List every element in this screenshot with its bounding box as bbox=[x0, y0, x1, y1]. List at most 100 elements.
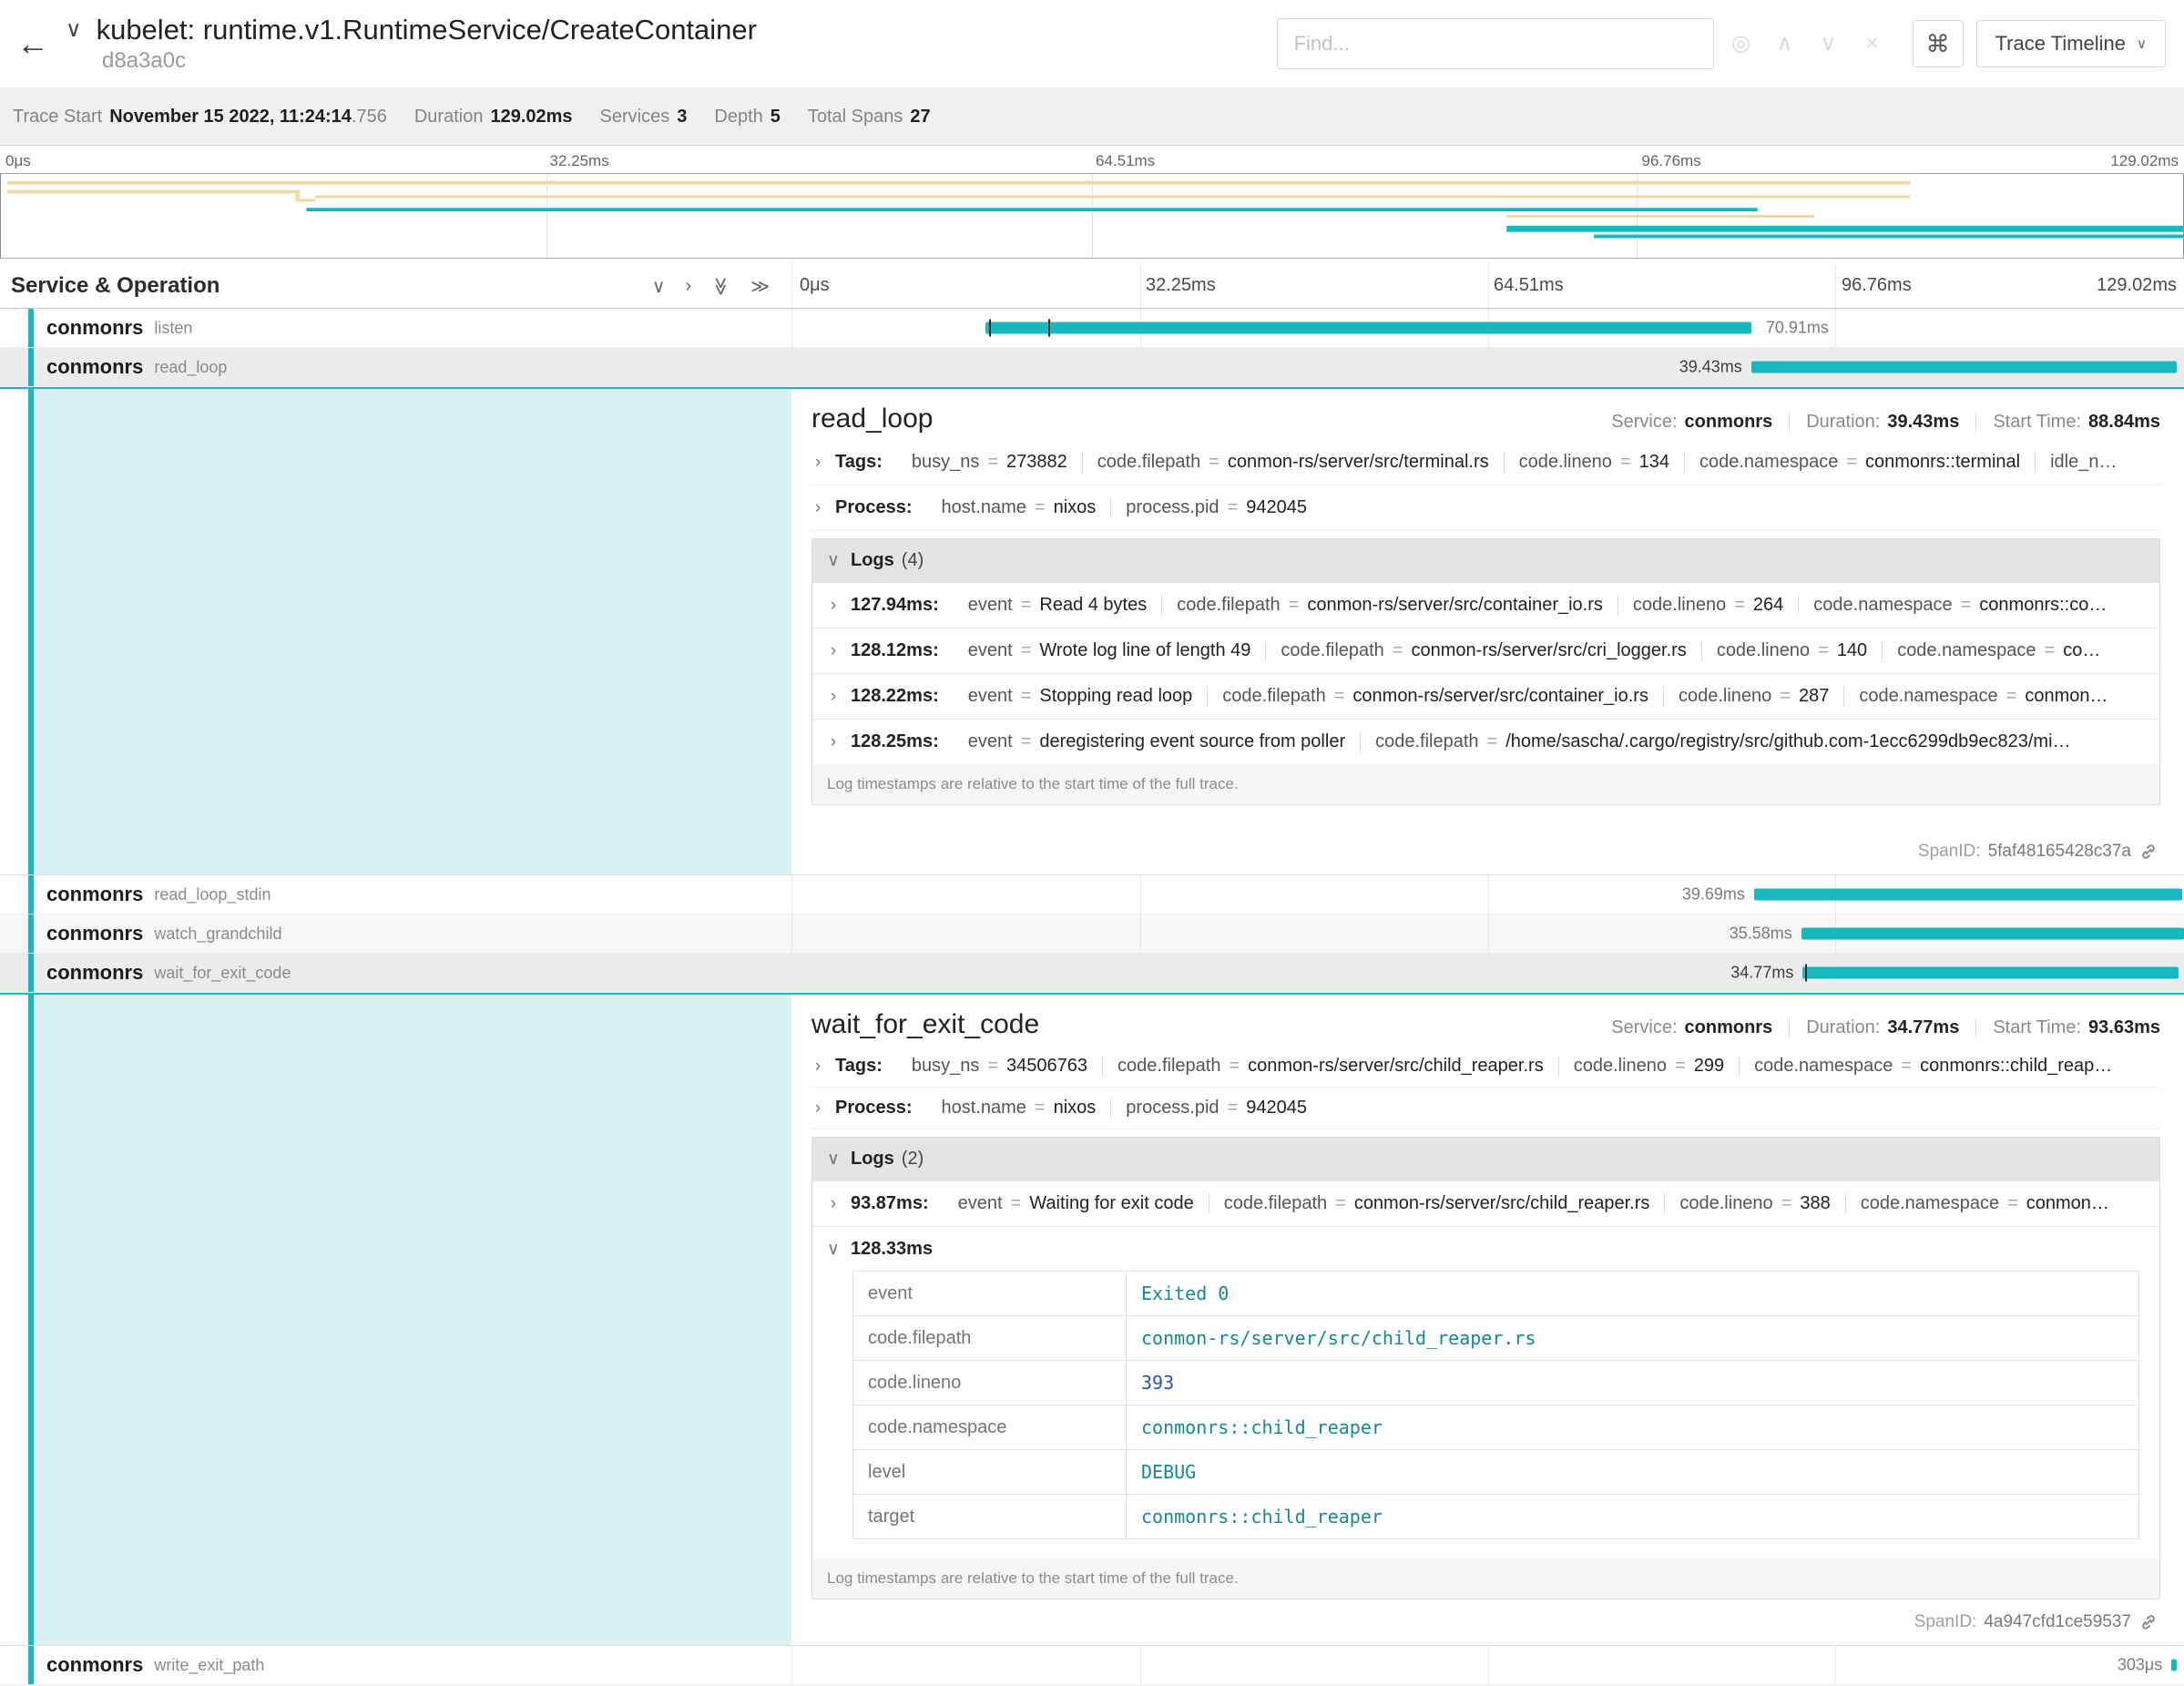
minimap-ruler: 0μs 32.25ms 64.51ms 96.76ms 129.02ms bbox=[0, 146, 2184, 173]
service-name: conmonrs bbox=[46, 316, 143, 340]
timeline-header-row: Service & Operation ∨ › ≫ ≫ 0μs 32.25ms … bbox=[0, 264, 2184, 309]
timeline-ruler: 0μs 32.25ms 64.51ms 96.76ms 129.02ms bbox=[791, 264, 2184, 308]
search-input[interactable] bbox=[1277, 18, 1714, 69]
detail-indent-area bbox=[0, 389, 791, 874]
log-row-expanded[interactable]: ∨ 128.33ms eventExited 0 code.filepathco… bbox=[812, 1226, 2159, 1558]
service-name: conmonrs bbox=[46, 1653, 143, 1677]
trace-minimap[interactable] bbox=[0, 173, 2184, 259]
span-duration-label: 39.69ms bbox=[1682, 885, 1745, 904]
log-row[interactable]: › 128.22ms: event=Stopping read loop cod… bbox=[812, 673, 2159, 719]
logs-toggle[interactable]: ∨ Logs (4) bbox=[812, 539, 2159, 582]
expand-all-button[interactable]: ≫ bbox=[750, 275, 770, 298]
span-bar[interactable] bbox=[1802, 967, 2179, 979]
logs-footnote: Log timestamps are relative to the start… bbox=[812, 764, 2159, 804]
keyboard-shortcuts-button[interactable]: ⌘ bbox=[1913, 20, 1964, 67]
log-row[interactable]: › 93.87ms: event=Waiting for exit code c… bbox=[812, 1180, 2159, 1226]
chevron-right-icon: › bbox=[685, 276, 691, 296]
log-row[interactable]: › 127.94ms: event=Read 4 bytes code.file… bbox=[812, 582, 2159, 628]
span-row-wait-for-exit-code[interactable]: conmonrs wait_for_exit_code 34.77ms bbox=[0, 954, 2184, 993]
trace-id: d8a3a0c bbox=[102, 48, 757, 74]
double-chevron-down-icon: ≫ bbox=[709, 277, 732, 296]
span-detail-wait-for-exit-code: wait_for_exit_code Service:conmonrs Dura… bbox=[0, 993, 2184, 1646]
chevron-right-icon[interactable]: › bbox=[827, 732, 840, 752]
command-icon: ⌘ bbox=[1926, 30, 1950, 57]
logs-toggle[interactable]: ∨ Logs (2) bbox=[812, 1138, 2159, 1180]
tags-row[interactable]: › Tags: busy_ns=34506763 code.filepath=c… bbox=[811, 1046, 2160, 1088]
log-marker bbox=[1048, 320, 1050, 337]
collapse-one-button[interactable]: ∨ bbox=[652, 275, 666, 298]
chevron-down-icon: ∨ bbox=[827, 1149, 840, 1170]
span-bar[interactable] bbox=[1751, 362, 2178, 373]
operation-name: read_loop_stdin bbox=[154, 885, 270, 904]
operation-name: write_exit_path bbox=[154, 1656, 264, 1675]
collapse-trace-header-button[interactable]: ∨ bbox=[66, 16, 82, 43]
prev-match-button[interactable]: ∧ bbox=[1767, 26, 1803, 62]
expand-one-button[interactable]: › bbox=[685, 276, 691, 297]
span-detail-meta: Service:conmonrs Duration:34.77ms Start … bbox=[1611, 1017, 2160, 1038]
trace-depth: Depth5 bbox=[714, 107, 781, 128]
clear-search-button[interactable]: × bbox=[1854, 26, 1891, 62]
operation-name: watch_grandchild bbox=[154, 925, 281, 944]
chevron-right-icon[interactable]: › bbox=[811, 1057, 824, 1077]
operation-name: wait_for_exit_code bbox=[154, 964, 291, 983]
back-button[interactable]: ← bbox=[0, 0, 66, 87]
next-match-button[interactable]: ∨ bbox=[1811, 26, 1847, 62]
service-operation-header: Service & Operation bbox=[11, 273, 652, 299]
chevron-down-icon: ∨ bbox=[2137, 36, 2147, 52]
chevron-right-icon[interactable]: › bbox=[827, 641, 840, 661]
link-icon bbox=[2138, 842, 2158, 862]
chevron-right-icon[interactable]: › bbox=[811, 1098, 824, 1119]
log-row[interactable]: › 128.12ms: event=Wrote log line of leng… bbox=[812, 628, 2159, 673]
log-row[interactable]: › 128.25ms: event=deregistering event so… bbox=[812, 719, 2159, 764]
trace-duration: Duration129.02ms bbox=[414, 107, 573, 128]
span-bar[interactable] bbox=[2171, 1660, 2176, 1671]
span-detail-read-loop: read_loop Service:conmonrs Duration:39.4… bbox=[0, 387, 2184, 875]
operation-name: read_loop bbox=[154, 358, 227, 377]
span-id-row: SpanID: 4a947cfd1ce59537 bbox=[811, 1599, 2160, 1636]
span-detail-title: wait_for_exit_code bbox=[811, 1009, 1039, 1040]
log-marker bbox=[1805, 965, 1807, 982]
copy-link-button[interactable] bbox=[2138, 1612, 2158, 1632]
chevron-right-icon[interactable]: › bbox=[827, 1194, 840, 1214]
service-name: conmonrs bbox=[46, 355, 143, 379]
span-id-row: SpanID: 5faf48165428c37a bbox=[811, 829, 2160, 865]
page-title: kubelet: runtime.v1.RuntimeService/Creat… bbox=[97, 14, 757, 46]
service-color-tick bbox=[28, 875, 34, 914]
span-row-write-exit-path[interactable]: conmonrs write_exit_path 303μs bbox=[0, 1646, 2184, 1685]
service-color-tick bbox=[28, 309, 34, 347]
trace-view-dropdown[interactable]: Trace Timeline ∨ bbox=[1976, 20, 2166, 67]
tags-row[interactable]: › Tags: busy_ns=273882 code.filepath=con… bbox=[811, 440, 2160, 485]
match-target-icon[interactable]: ◎ bbox=[1723, 26, 1760, 62]
span-bar[interactable] bbox=[1754, 889, 2183, 901]
span-row-watch-grandchild[interactable]: conmonrs watch_grandchild 35.58ms bbox=[0, 915, 2184, 954]
chevron-right-icon[interactable]: › bbox=[827, 687, 840, 707]
process-row[interactable]: › Process: host.name=nixos process.pid=9… bbox=[811, 1088, 2160, 1129]
span-bar[interactable] bbox=[985, 322, 1750, 334]
chevron-down-icon: ∨ bbox=[66, 17, 82, 42]
collapse-all-button[interactable]: ≫ bbox=[711, 275, 730, 298]
span-duration-label: 39.43ms bbox=[1679, 358, 1742, 377]
top-bar: ← ∨ kubelet: runtime.v1.RuntimeService/C… bbox=[0, 0, 2184, 88]
service-name: conmonrs bbox=[46, 961, 143, 985]
chevron-down-icon[interactable]: ∨ bbox=[827, 1239, 840, 1260]
process-row[interactable]: › Process: host.name=nixos process.pid=9… bbox=[811, 485, 2160, 531]
chevron-up-icon: ∧ bbox=[1777, 31, 1793, 56]
chevron-down-icon: ∨ bbox=[827, 550, 840, 571]
span-row-listen[interactable]: conmonrs listen 70.91ms bbox=[0, 309, 2184, 348]
chevron-right-icon[interactable]: › bbox=[827, 596, 840, 616]
copy-link-button[interactable] bbox=[2138, 842, 2158, 862]
double-chevron-right-icon: ≫ bbox=[750, 277, 770, 297]
operation-name: listen bbox=[154, 319, 192, 338]
close-icon: × bbox=[1866, 31, 1879, 56]
span-row-read-loop[interactable]: conmonrs read_loop 39.43ms bbox=[0, 348, 2184, 387]
span-row-read-loop-stdin[interactable]: conmonrs read_loop_stdin 39.69ms bbox=[0, 875, 2184, 915]
span-detail-meta: Service:conmonrs Duration:39.43ms Start … bbox=[1611, 412, 2160, 433]
chevron-right-icon[interactable]: › bbox=[811, 453, 824, 473]
service-name: conmonrs bbox=[46, 922, 143, 945]
minimap-spans-graphic bbox=[1, 174, 2183, 258]
span-detail-title: read_loop bbox=[811, 404, 933, 434]
trace-summary-bar: Trace Start November 15 2022, 11:24:14.7… bbox=[0, 88, 2184, 146]
chevron-right-icon[interactable]: › bbox=[811, 498, 824, 518]
chevron-down-icon: ∨ bbox=[1821, 31, 1837, 56]
span-bar[interactable] bbox=[1801, 928, 2184, 940]
